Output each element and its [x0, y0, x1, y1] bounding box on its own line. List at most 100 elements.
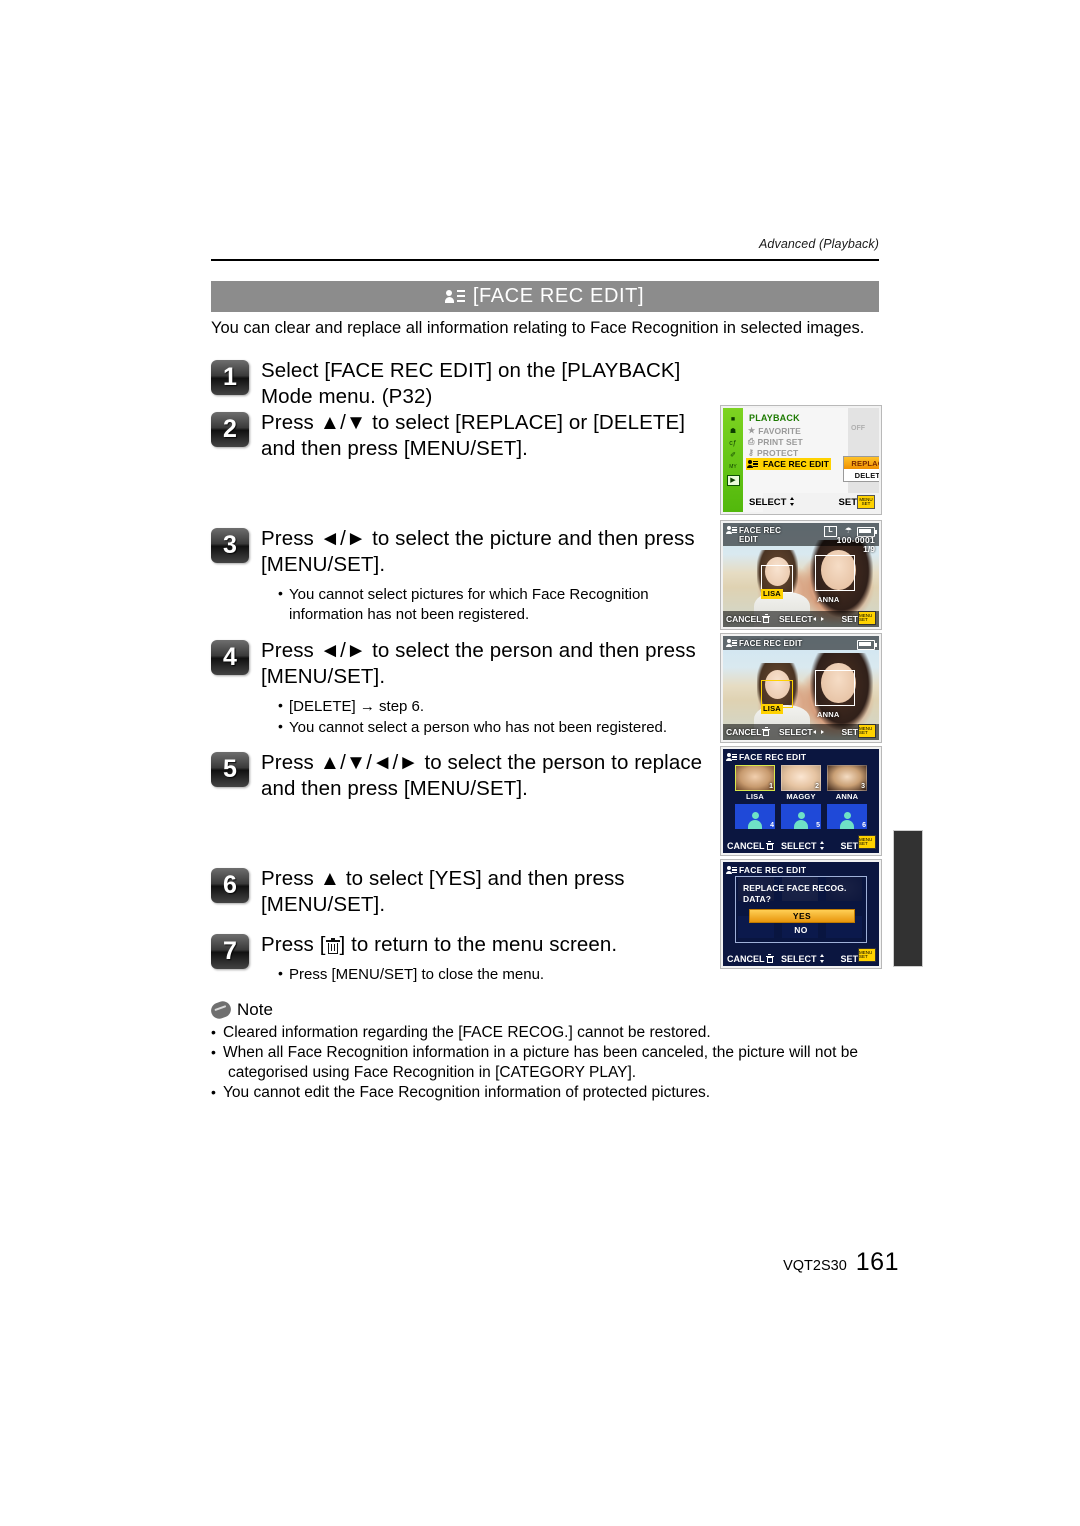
page-footer: VQT2S30 161 [211, 1248, 899, 1277]
note-item: You cannot edit the Face Recognition inf… [211, 1082, 901, 1103]
step-4-bullets: [DELETE] → step 6. You cannot select a p… [261, 696, 701, 738]
bullet: You cannot select pictures for which Fac… [278, 584, 701, 624]
set-label: SET [841, 614, 858, 624]
face-box-right[interactable] [815, 670, 855, 706]
step-6-number: 6 [211, 868, 249, 903]
step-2-text: Press ▲/▼ to select [REPLACE] or [DELETE… [261, 411, 686, 460]
screen-title-line1: FACE REC [739, 526, 782, 535]
person-silhouette-icon [793, 811, 810, 829]
select-label: SELECT [749, 497, 787, 508]
person-number: 5 [816, 822, 820, 829]
person-cell-empty[interactable]: 4 [735, 804, 775, 829]
menu-rail: ■ ☗ cƒ ✐ MY ▶ [723, 408, 743, 512]
menu-body: PLAYBACK ★ FAVORITE OFF ⎙ PRINT SET ⚷ PR… [743, 408, 879, 512]
menu-row-print-set[interactable]: ⎙ PRINT SET [748, 436, 803, 447]
dropdown-option-delete[interactable]: DELETE [844, 469, 879, 481]
person-thumbnail[interactable]: 1 [735, 765, 775, 791]
select-hint: SELECT [779, 727, 824, 737]
frame-number: 1/9 [863, 544, 875, 554]
yes-button[interactable]: YES [749, 909, 855, 923]
trash-icon [325, 938, 340, 954]
name-tag-left: LISA [761, 704, 783, 714]
page-number: 161 [855, 1248, 899, 1276]
person-cell[interactable]: 2 MAGGY [781, 765, 821, 802]
person-placeholder[interactable]: 6 [827, 804, 867, 829]
menu-row-favorite[interactable]: ★ FAVORITE [748, 425, 801, 436]
custom-icon[interactable]: cƒ [728, 439, 739, 448]
menu-set-button-icon[interactable]: MENU SET [858, 835, 876, 849]
face-rec-icon [726, 866, 737, 874]
select-hint: SELECT [749, 497, 795, 508]
bullet: [DELETE] → step 6. [278, 696, 701, 717]
set-label: SET [840, 954, 858, 964]
step-3-bullets: You cannot select pictures for which Fac… [261, 584, 701, 624]
screen-person-grid: FACE REC EDIT 1 LISA 2 MAGGY 3 ANNA 4 5 … [721, 747, 881, 855]
no-button[interactable]: NO [749, 924, 853, 936]
person-placeholder[interactable]: 4 [735, 804, 775, 829]
person-cell-empty[interactable]: 5 [781, 804, 821, 829]
menu-row-face-rec-edit[interactable]: FACE REC EDIT [746, 458, 832, 470]
cancel-label: CANCEL [727, 841, 765, 851]
step-7-bullets: Press [MENU/SET] to close the menu. [261, 964, 721, 985]
screen-bottom-bar: CANCEL SELECT SET MENU SET [723, 835, 879, 851]
screen-title-text: FACE REC EDIT [739, 639, 803, 648]
person-thumbnail[interactable]: 3 [827, 765, 867, 791]
cancel-label: CANCEL [726, 614, 762, 624]
menu-row-protect[interactable]: ⚷ PROTECT [748, 447, 798, 458]
name-tag-right: ANNA [817, 595, 840, 604]
person-number: 4 [770, 822, 774, 829]
face-rec-icon [726, 526, 737, 534]
note-item: Cleared information regarding the [FACE … [211, 1022, 901, 1043]
motion-picture-icon[interactable]: ☗ [728, 427, 739, 436]
rec-mode-icon[interactable]: ■ [728, 415, 739, 424]
name-tag-right: ANNA [817, 710, 840, 719]
setup-icon[interactable]: ✐ [728, 451, 739, 460]
set-label: SET [841, 727, 858, 737]
printer-icon: ⎙ [748, 436, 755, 446]
trash-icon [762, 727, 771, 736]
replace-delete-dropdown[interactable]: REPLACE DELETE [843, 456, 879, 482]
person-number: 6 [862, 822, 866, 829]
screen-title: FACE REC EDIT [726, 865, 806, 875]
running-header: Advanced (Playback) [758, 237, 879, 251]
step-7-text-after: ] to return to the menu screen. [339, 933, 618, 956]
person-number: 2 [815, 783, 819, 790]
person-name: MAGGY [786, 792, 816, 801]
person-cell-empty[interactable]: 6 [827, 804, 867, 829]
screen-title-line2: EDIT [739, 535, 759, 544]
manual-code: VQT2S30 [783, 1258, 847, 1274]
menu-set-button-icon[interactable]: MENU SET [858, 948, 876, 962]
note-item: When all Face Recognition information in… [211, 1042, 901, 1083]
person-thumbnail[interactable]: 2 [781, 765, 821, 791]
dropdown-option-replace[interactable]: REPLACE [844, 457, 879, 469]
menu-row-label: FAVORITE [758, 425, 801, 436]
left-right-arrows-icon [812, 729, 824, 736]
screen-picture-select: FACE REC EDIT L ☂ 100-0001 1/9 LISA ANNA… [721, 521, 881, 629]
menu-row-label: PRINT SET [757, 436, 803, 447]
dpad-icon [786, 497, 795, 506]
manual-page: Advanced (Playback) [FACE REC EDIT] You … [0, 0, 1080, 1526]
step-3-text: Press ◄/► to select the picture and then… [261, 527, 695, 576]
menu-set-button-icon[interactable]: MENU SET [858, 611, 876, 625]
bullet: You cannot select a person who has not b… [278, 717, 701, 738]
person-cell[interactable]: 3 ANNA [827, 765, 867, 802]
intro-paragraph: You can clear and replace all informatio… [211, 319, 865, 337]
person-placeholder[interactable]: 5 [781, 804, 821, 829]
cancel-hint: CANCEL [726, 727, 771, 737]
left-right-arrows-icon [812, 616, 824, 623]
menu-set-button-icon[interactable]: MENU SET [858, 724, 876, 738]
section-title-text: [FACE REC EDIT] [472, 285, 645, 307]
screen-title: FACE REC EDIT [726, 526, 782, 544]
playback-mode-icon[interactable]: ▶ [726, 475, 740, 486]
select-label: SELECT [781, 954, 817, 964]
menu-set-button-icon[interactable]: MENU SET [857, 495, 875, 509]
person-silhouette-icon [747, 811, 764, 829]
person-cell[interactable]: 1 LISA [735, 765, 775, 802]
menu-row-label: PROTECT [756, 447, 799, 458]
step-7-text-before: Press [ [261, 933, 326, 956]
menu-rail-icons: ■ ☗ cƒ ✐ MY ▶ [725, 415, 741, 486]
select-label: SELECT [779, 614, 813, 624]
my-menu-icon[interactable]: MY [728, 463, 739, 472]
screen-playback-menu: PLAYBACK ★ FAVORITE OFF ⎙ PRINT SET ⚷ PR… [721, 406, 881, 514]
step-3-number: 3 [211, 528, 249, 563]
